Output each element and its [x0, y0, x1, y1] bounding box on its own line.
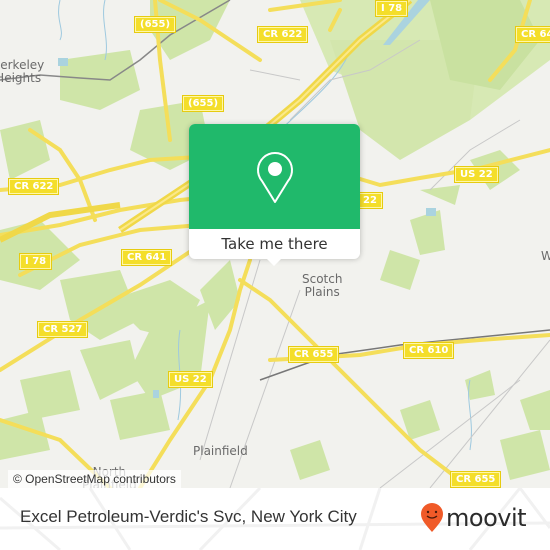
location-title: Excel Petroleum-Verdic's Svc, New York C…	[20, 507, 357, 526]
road-label: 22	[357, 192, 383, 209]
moovit-pin-icon	[421, 503, 443, 532]
road-label: I 78	[374, 0, 409, 17]
popup-header	[189, 124, 360, 229]
map-view[interactable]: (655) I 78 CR 622 CR 64 (655) CR 622 US …	[0, 0, 550, 488]
map-attribution[interactable]: © OpenStreetMap contributors	[8, 470, 181, 488]
place-label-westfield: W	[541, 249, 550, 263]
road-label: CR 527	[36, 321, 89, 338]
road-label: CR 622	[256, 26, 309, 43]
moovit-wordmark: moovit	[446, 504, 527, 532]
take-me-there-button[interactable]: Take me there	[189, 229, 360, 259]
map-pin-icon	[257, 152, 293, 203]
road-label: (655)	[133, 16, 177, 33]
road-label: CR 641	[120, 249, 173, 266]
footer-bar: Excel Petroleum-Verdic's Svc, New York C…	[0, 488, 550, 550]
road-label: CR 655	[287, 346, 340, 363]
road-label: US 22	[454, 166, 499, 183]
location-popup: Take me there	[189, 124, 360, 266]
road-label: (655)	[181, 95, 225, 112]
place-label-berkeley-heights: Berkeley Heights	[0, 58, 45, 85]
road-label: CR 622	[7, 178, 60, 195]
road-label: US 22	[168, 371, 213, 388]
popup-pointer	[266, 258, 282, 266]
place-label-scotch-plains: Scotch Plains	[302, 272, 343, 299]
road-label: CR 64	[514, 26, 550, 43]
road-label: CR 610	[402, 342, 455, 359]
road-label: I 78	[18, 253, 53, 270]
moovit-logo[interactable]: moovit	[420, 502, 527, 534]
place-label-plainfield: Plainfield	[193, 444, 248, 458]
road-label: CR 655	[449, 471, 502, 488]
